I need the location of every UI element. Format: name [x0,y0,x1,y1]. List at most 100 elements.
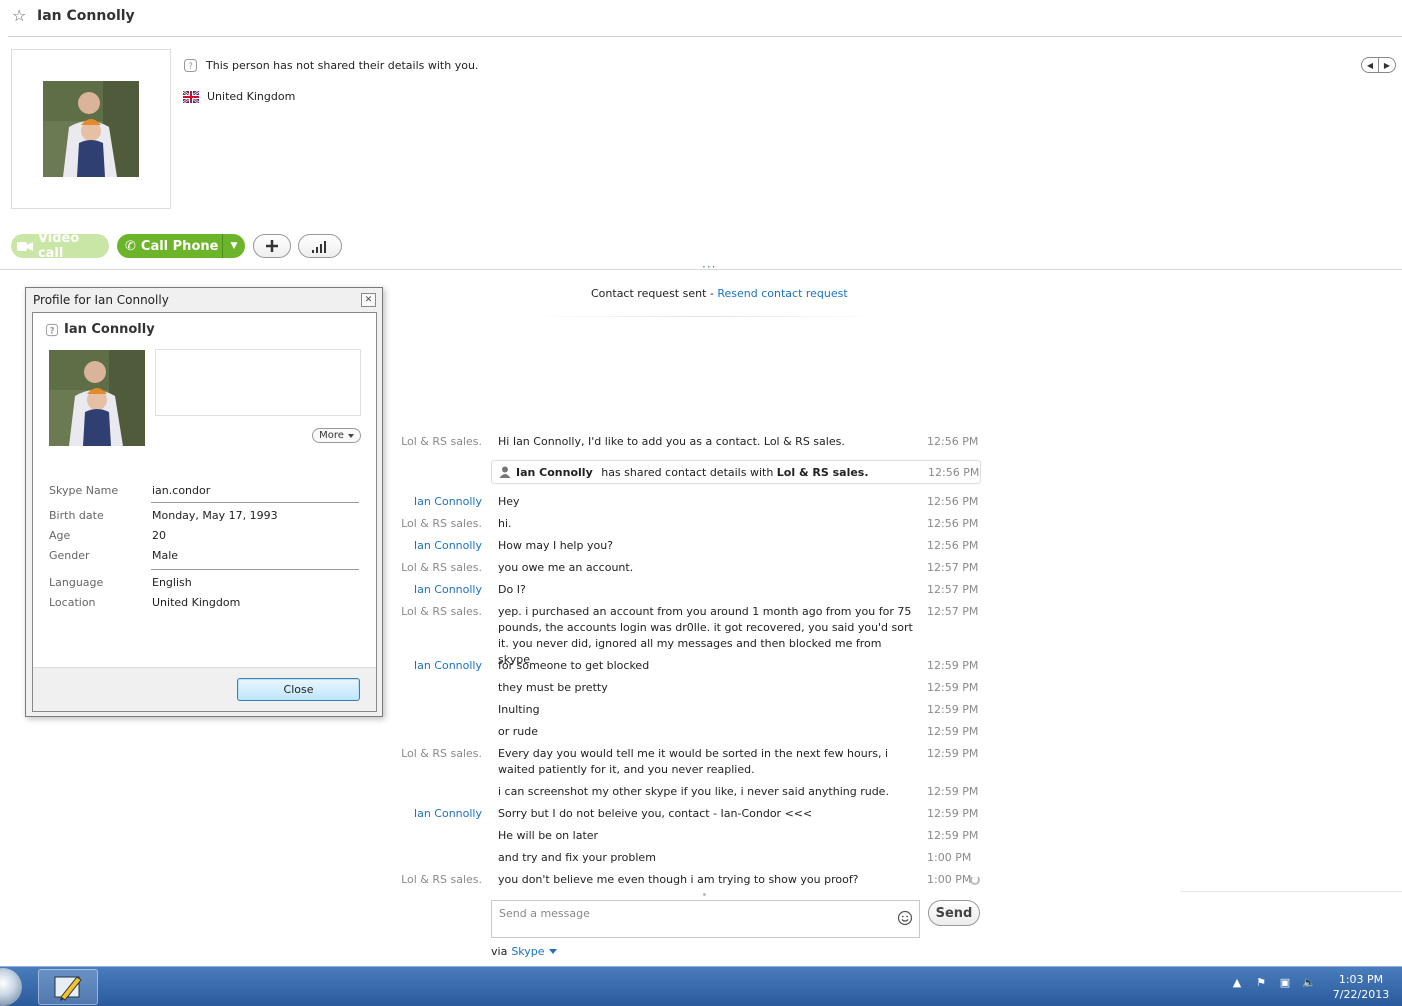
volume-icon[interactable]: 🔈 [1302,975,1316,989]
field-value: 20 [152,529,166,542]
video-camera-icon [17,241,33,251]
send-button[interactable]: Send [928,900,980,926]
avatar[interactable] [43,81,139,177]
via-dropdown-caret-icon[interactable] [548,949,557,954]
shared-contact-name: Ian Connolly [516,465,593,479]
avatar-frame [11,49,171,209]
message-sender[interactable]: Ian Connolly [414,494,482,510]
message-time: 12:57 PM [927,583,979,596]
favorite-star-icon[interactable]: ☆ [12,7,30,25]
request-sent-text: Contact request sent - [591,287,718,300]
field-value: Monday, May 17, 1993 [152,509,278,522]
profile-dialog: Profile for Ian Connolly ✕ ? Ian Connoll… [25,287,383,717]
more-label: More [319,430,344,441]
field-divider [151,569,359,570]
message-row: Ian Connolly Sorry but I do not beleive y… [0,806,990,822]
call-phone-main[interactable]: ✆ Call Phone [117,234,222,258]
network-icon[interactable]: ▣ [1278,975,1292,989]
show-hidden-icons-icon[interactable]: ▲ [1230,975,1244,989]
more-button[interactable]: More [312,428,361,443]
dialog-contact-name: Ian Connolly [64,322,155,337]
phone-icon: ✆ [125,238,136,254]
signal-bars-icon [312,240,326,253]
video-call-label: Video call [37,231,80,261]
message-time: 12:56 PM [927,539,979,552]
message-text: Inulting [498,703,540,716]
close-button[interactable]: Close [237,678,360,701]
dialog-close-icon[interactable]: ✕ [361,293,376,307]
field-label: Birth date [49,509,104,522]
call-quality-button[interactable] [298,234,342,258]
message-sender[interactable]: Ian Connolly [414,658,482,674]
taskbar-clock[interactable]: 1:03 PM 7/22/2013 [1328,972,1394,1002]
prev-arrow-icon[interactable]: ◀ [1362,58,1378,72]
not-shared-row: ? This person has not shared their detai… [183,58,478,73]
field-value: Male [152,549,179,562]
side-divider [1180,891,1402,892]
message-text: you owe me an account. [498,561,634,574]
action-center-flag-icon[interactable]: ⚑ [1254,975,1268,989]
message-sender[interactable]: Lol & RS sales. [401,516,482,532]
shared-contact-middle: has shared contact details with [597,465,777,479]
message-time: 12:57 PM [927,605,979,618]
message-time: 12:56 PM [928,465,980,479]
message-sender[interactable]: Ian Connolly [414,582,482,598]
contact-name: Ian Connolly [37,8,135,24]
message-text: or rude [498,725,538,738]
message-text: hi. [498,517,512,530]
unknown-status-icon: ? [45,323,59,336]
message-time: 12:59 PM [927,659,979,672]
message-text: He will be on later [498,829,599,842]
person-icon [499,466,511,478]
message-sender[interactable]: Ian Connolly [414,538,482,554]
message-text: Every day you would tell me it would be … [498,747,889,776]
unknown-status-icon: ? [184,59,197,72]
message-sender[interactable]: Lol & RS sales. [401,604,482,620]
message-row: and try and fix your problem 1:00 PM [0,850,990,866]
country-text: United Kingdom [207,90,296,103]
message-time: 12:59 PM [927,747,979,760]
message-time: 12:59 PM [927,681,979,694]
message-time: 12:59 PM [927,785,979,798]
emoticon-icon[interactable] [897,910,913,926]
header-divider [8,36,1402,37]
app-pencil-icon [54,976,82,1001]
call-dropdown-chevron-icon[interactable]: ▼ [222,234,245,258]
message-time: 12:57 PM [927,561,979,574]
call-phone-label: Call Phone [140,238,219,254]
resend-request-link[interactable]: Resend contact request [717,287,847,300]
taskbar-app-button[interactable] [38,969,98,1005]
message-sender[interactable]: Lol & RS sales. [401,560,482,576]
svg-text:?: ? [188,62,193,72]
message-sender[interactable]: Ian Connolly [414,806,482,822]
via-label: via [491,945,508,958]
message-row: i can screenshot my other skype if you l… [0,784,990,800]
via-skype-link[interactable]: Skype [511,945,544,958]
message-text: they must be pretty [498,681,608,694]
message-text: you don't believe me even though i am tr… [498,873,859,886]
add-people-button[interactable] [253,234,291,258]
message-time: 1:00 PM [927,873,972,886]
message-row: or rude 12:59 PM [0,724,990,740]
next-arrow-icon[interactable]: ▶ [1378,58,1395,72]
pane-splitter-handle[interactable]: ··· [702,260,716,274]
message-time: 12:56 PM [927,517,979,530]
video-call-button[interactable]: Video call [11,231,109,261]
message-input[interactable] [499,907,879,920]
field-divider [151,502,359,503]
message-sender[interactable]: Lol & RS sales. [401,872,482,888]
shared-contact-notice: Ian Connolly has shared contact details … [491,460,981,484]
message-sender[interactable]: Lol & RS sales. [401,746,482,762]
message-input-box [491,900,920,938]
dialog-contact-header: ? Ian Connolly [45,322,155,337]
message-row: Lol & RS sales. Every day you would tell … [0,746,990,778]
dialog-title: Profile for Ian Connolly [33,293,169,307]
more-caret-icon [347,433,354,438]
start-button[interactable] [0,968,22,1006]
dialog-avatar [49,350,145,446]
message-text: Do I? [498,583,526,596]
dialog-body: ? Ian Connolly More Skype Name ian.condo… [32,312,377,712]
message-sender[interactable]: Lol & RS sales. [401,434,482,450]
field-value: United Kingdom [152,596,241,609]
field-value: ian.condor [152,484,211,497]
